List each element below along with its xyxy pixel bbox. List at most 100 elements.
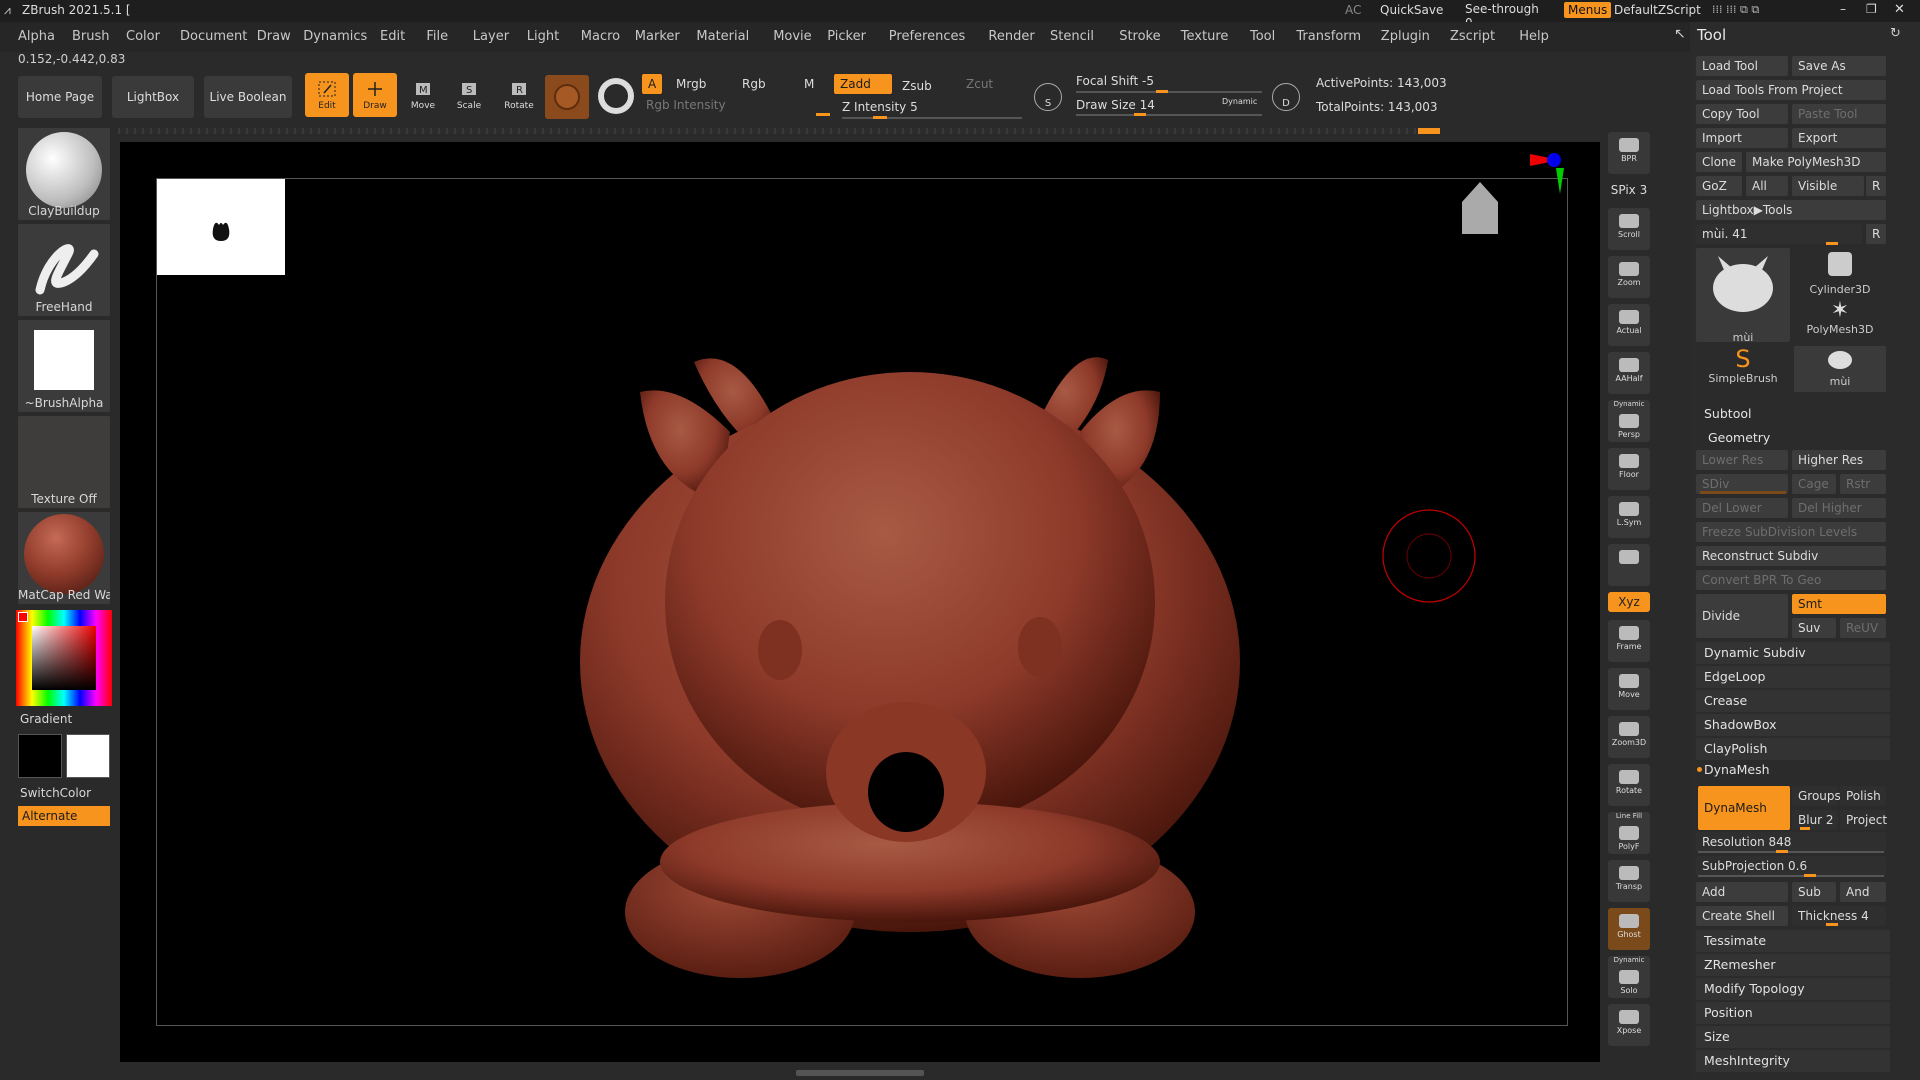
menu-brush[interactable]: Brush bbox=[72, 22, 110, 52]
shelf-bpr-button[interactable]: BPR bbox=[1608, 132, 1650, 174]
shelf-xyz-button[interactable]: Xyz bbox=[1608, 592, 1650, 612]
dynamic-subdiv-section[interactable]: Dynamic Subdiv bbox=[1696, 642, 1890, 664]
shadowbox-section[interactable]: ShadowBox bbox=[1696, 714, 1890, 736]
reuv-button[interactable]: ReUV bbox=[1840, 618, 1886, 638]
subprojection-slider[interactable]: SubProjection 0.6 bbox=[1696, 856, 1886, 876]
draw-mode-button[interactable]: Draw bbox=[353, 73, 397, 117]
edgeloop-section[interactable]: EdgeLoop bbox=[1696, 666, 1890, 688]
cage-button[interactable]: Cage bbox=[1792, 474, 1836, 494]
shelf-scroll-button[interactable]: Scroll bbox=[1608, 208, 1650, 250]
subtool-section[interactable]: Subtool bbox=[1704, 406, 1751, 421]
tessimate-section[interactable]: Tessimate bbox=[1696, 930, 1890, 952]
size-section[interactable]: Size bbox=[1696, 1026, 1890, 1048]
shelf-ghost-button[interactable]: Ghost bbox=[1608, 908, 1650, 950]
quicksave-button[interactable]: QuickSave bbox=[1380, 3, 1443, 17]
restore-icon[interactable]: ❐ bbox=[1866, 2, 1877, 16]
load-from-project-button[interactable]: Load Tools From Project bbox=[1696, 80, 1886, 100]
menu-document[interactable]: Document bbox=[180, 22, 247, 52]
zadd-toggle[interactable]: Zadd bbox=[834, 74, 892, 94]
shelf-spix-button[interactable]: SPix 3 bbox=[1608, 180, 1650, 202]
goz-button[interactable]: GoZ bbox=[1696, 176, 1742, 196]
alternate-button[interactable]: Alternate bbox=[18, 806, 110, 826]
shelf-solo-button[interactable]: Dynamic Solo bbox=[1608, 956, 1650, 998]
menu-zplugin[interactable]: Zplugin bbox=[1381, 22, 1430, 52]
shelf-xpose-button[interactable]: Xpose bbox=[1608, 1004, 1650, 1046]
lower-res-button[interactable]: Lower Res bbox=[1696, 450, 1788, 470]
rotate-mode-button[interactable]: R Rotate bbox=[497, 73, 541, 117]
shelf-floor-button[interactable]: Floor bbox=[1608, 448, 1650, 490]
draw-size-d-icon[interactable]: D bbox=[1272, 83, 1300, 111]
geometry-section[interactable]: Geometry bbox=[1708, 430, 1770, 445]
meshintegrity-section[interactable]: MeshIntegrity bbox=[1696, 1050, 1890, 1072]
menu-macro[interactable]: Macro bbox=[581, 22, 620, 52]
zscript-button[interactable]: DefaultZScript bbox=[1614, 3, 1701, 17]
make-polymesh-button[interactable]: Make PolyMesh3D bbox=[1746, 152, 1886, 172]
menu-tool[interactable]: Tool bbox=[1250, 22, 1275, 52]
color-sphere-icon[interactable] bbox=[598, 78, 634, 114]
higher-res-button[interactable]: Higher Res bbox=[1792, 450, 1886, 470]
menu-color[interactable]: Color bbox=[126, 22, 160, 52]
material-sphere-button[interactable] bbox=[545, 75, 589, 119]
scale-mode-button[interactable]: S Scale bbox=[447, 73, 491, 117]
tool-thumb-mui[interactable]: mùi bbox=[1794, 346, 1886, 392]
move-mode-button[interactable]: M Move bbox=[401, 73, 445, 117]
freeze-subdiv-button[interactable]: Freeze SubDivision Levels bbox=[1696, 522, 1886, 542]
menu-light[interactable]: Light bbox=[527, 22, 559, 52]
menu-render[interactable]: Render bbox=[988, 22, 1034, 52]
tool-arrow-icon[interactable]: ↖ bbox=[1674, 26, 1686, 42]
and-button[interactable]: And bbox=[1840, 882, 1886, 902]
menu-picker[interactable]: Picker bbox=[827, 22, 866, 52]
claypolish-section[interactable]: ClayPolish bbox=[1696, 738, 1890, 760]
live-boolean-button[interactable]: Live Boolean bbox=[204, 76, 292, 118]
shelf-frame-button[interactable]: Frame bbox=[1608, 620, 1650, 662]
shelf-polyf-button[interactable]: Line Fill PolyF bbox=[1608, 812, 1650, 854]
menu-alpha[interactable]: Alpha bbox=[18, 22, 55, 52]
export-button[interactable]: Export bbox=[1792, 128, 1886, 148]
color-picker[interactable] bbox=[16, 610, 112, 706]
convert-bpr-button[interactable]: Convert BPR To Geo bbox=[1696, 570, 1886, 590]
add-button[interactable]: Add bbox=[1696, 882, 1788, 902]
tool-thumb-simplebrush[interactable]: S SimpleBrush bbox=[1696, 346, 1790, 392]
blur-slider[interactable]: Blur 2 bbox=[1792, 810, 1838, 830]
palette-cycle-icon[interactable]: ↻ bbox=[1890, 26, 1901, 41]
gradient-label[interactable]: Gradient bbox=[20, 712, 112, 726]
tray-layout-icons[interactable]: ⁞⁞⁞ ⁞⁞⁞ ⧉ ⧉ bbox=[1712, 3, 1759, 17]
dynamesh-button[interactable]: DynaMesh bbox=[1698, 786, 1790, 830]
save-as-button[interactable]: Save As bbox=[1792, 56, 1886, 76]
menu-movie[interactable]: Movie bbox=[773, 22, 811, 52]
mrgb-toggle[interactable]: Mrgb bbox=[670, 74, 712, 94]
tool-thumb-current[interactable]: mùi bbox=[1696, 248, 1790, 344]
minimize-icon[interactable]: – bbox=[1840, 2, 1846, 16]
home-page-button[interactable]: Home Page bbox=[18, 76, 102, 118]
color-square[interactable] bbox=[32, 626, 96, 690]
create-shell-button[interactable]: Create Shell bbox=[1696, 906, 1788, 926]
z-intensity-slider[interactable]: Z Intensity 5 bbox=[842, 100, 918, 114]
shelf-zoom3d-button[interactable]: Zoom3D bbox=[1608, 716, 1650, 758]
shelf-move-button[interactable]: Move bbox=[1608, 668, 1650, 710]
sub-button[interactable]: Sub bbox=[1792, 882, 1836, 902]
shelf-transp-button[interactable]: Transp bbox=[1608, 860, 1650, 902]
menu-file[interactable]: File bbox=[426, 22, 448, 52]
tool-thumb-polymesh[interactable]: ✶ PolyMesh3D bbox=[1794, 298, 1886, 344]
menu-transform[interactable]: Transform bbox=[1296, 22, 1361, 52]
menu-dynamics[interactable]: Dynamics bbox=[303, 22, 367, 52]
edit-mode-button[interactable]: Edit bbox=[305, 73, 349, 117]
switchcolor-button[interactable]: SwitchColor bbox=[20, 786, 112, 800]
lightbox-button[interactable]: LightBox bbox=[112, 76, 194, 118]
zremesher-section[interactable]: ZRemesher bbox=[1696, 954, 1890, 976]
ac-label[interactable]: AC bbox=[1345, 3, 1361, 17]
menu-stencil[interactable]: Stencil bbox=[1050, 22, 1094, 52]
dynamic-size-toggle[interactable]: Dynamic bbox=[1222, 97, 1257, 106]
groups-toggle[interactable]: Groups bbox=[1792, 786, 1841, 806]
load-tool-button[interactable]: Load Tool bbox=[1696, 56, 1788, 76]
m-toggle[interactable]: M bbox=[798, 74, 820, 94]
suv-toggle[interactable]: Suv bbox=[1792, 618, 1836, 638]
shelf-persp-button[interactable]: Dynamic Persp bbox=[1608, 400, 1650, 442]
shelf-lsym-button[interactable]: L.Sym bbox=[1608, 496, 1650, 538]
menu-stroke[interactable]: Stroke bbox=[1119, 22, 1160, 52]
modify-topology-section[interactable]: Modify Topology bbox=[1696, 978, 1890, 1000]
canvas-viewport[interactable] bbox=[120, 142, 1600, 1062]
clone-button[interactable]: Clone bbox=[1696, 152, 1742, 172]
menu-preferences[interactable]: Preferences bbox=[889, 22, 965, 52]
bottom-shelf-handle[interactable] bbox=[796, 1070, 924, 1076]
